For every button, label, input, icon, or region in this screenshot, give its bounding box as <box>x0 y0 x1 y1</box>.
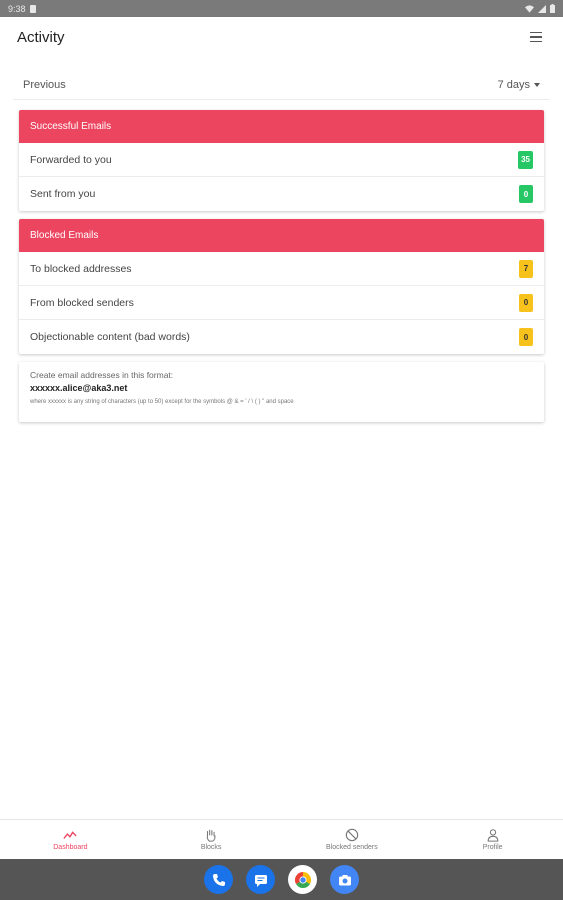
blocked-emails-card: Blocked Emails To blocked addresses 7 Fr… <box>19 219 544 354</box>
blocked-emails-header: Blocked Emails <box>19 219 544 252</box>
count-badge: 7 <box>519 259 533 278</box>
caret-down-icon <box>534 82 540 87</box>
signal-icon <box>538 4 546 13</box>
list-item-forwarded[interactable]: Forwarded to you 35 <box>19 143 544 177</box>
status-time: 9:38 <box>8 3 26 14</box>
person-icon <box>487 829 498 842</box>
page-title: Activity <box>17 28 65 46</box>
chart-line-icon <box>63 831 77 839</box>
chrome-icon[interactable] <box>288 865 317 894</box>
nav-label: Dashboard <box>53 844 88 851</box>
blocked-emails-title: Blocked Emails <box>30 230 99 241</box>
block-circle-icon <box>345 828 359 842</box>
status-indicators <box>525 4 555 13</box>
sim-card-icon <box>29 4 36 13</box>
row-label: From blocked senders <box>30 296 134 309</box>
row-label: Sent from you <box>30 188 96 200</box>
app-bar: Activity <box>0 17 563 57</box>
system-dock <box>0 859 563 900</box>
list-item-objectionable[interactable]: Objectionable content (bad words) 0 <box>19 320 544 354</box>
period-label: Previous <box>23 78 66 91</box>
row-label: To blocked addresses <box>30 262 132 275</box>
count-badge: 35 <box>518 150 533 169</box>
count-badge: 0 <box>519 328 533 346</box>
period-range-dropdown[interactable]: 7 days <box>498 79 540 91</box>
count-badge: 0 <box>519 293 533 312</box>
messages-icon[interactable] <box>246 865 275 894</box>
successful-emails-card: Successful Emails Forwarded to you 35 Se… <box>19 110 544 211</box>
phone-icon[interactable] <box>204 865 233 894</box>
nav-blocks[interactable]: Blocks <box>141 820 282 859</box>
main-content: Previous 7 days Successful Emails Forwar… <box>0 57 563 819</box>
row-label: Forwarded to you <box>30 153 112 166</box>
list-item-to-blocked[interactable]: To blocked addresses 7 <box>19 252 544 286</box>
address-format-card: Create email addresses in this format: x… <box>19 362 544 422</box>
list-item-sent[interactable]: Sent from you 0 <box>19 177 544 211</box>
bottom-navigation: Dashboard Blocks Blocked senders Profile <box>0 819 563 859</box>
nav-dashboard[interactable]: Dashboard <box>0 820 141 859</box>
successful-emails-title: Successful Emails <box>30 121 112 132</box>
format-intro: Create email addresses in this format: <box>30 370 174 380</box>
status-bar: 9:38 <box>0 0 563 17</box>
wifi-icon <box>525 4 534 13</box>
format-example: xxxxxx.alice@aka3.net <box>30 383 128 393</box>
successful-emails-header: Successful Emails <box>19 110 544 143</box>
format-rules: where xxxxxx is any string of characters… <box>30 399 294 405</box>
nav-profile[interactable]: Profile <box>422 820 563 859</box>
period-selector-row: Previous 7 days <box>13 70 550 100</box>
period-range-value: 7 days <box>497 78 530 91</box>
nav-label: Profile <box>482 844 503 851</box>
hand-stop-icon <box>206 829 216 842</box>
battery-icon <box>550 4 555 13</box>
nav-label: Blocks <box>200 844 222 851</box>
list-item-from-blocked[interactable]: From blocked senders 0 <box>19 286 544 320</box>
nav-blocked-senders[interactable]: Blocked senders <box>282 820 423 859</box>
nav-label: Blocked senders <box>325 844 378 851</box>
hamburger-menu-icon[interactable] <box>526 27 546 47</box>
row-label: Objectionable content (bad words) <box>30 331 190 343</box>
camera-icon[interactable] <box>330 865 359 894</box>
count-badge: 0 <box>519 185 533 203</box>
